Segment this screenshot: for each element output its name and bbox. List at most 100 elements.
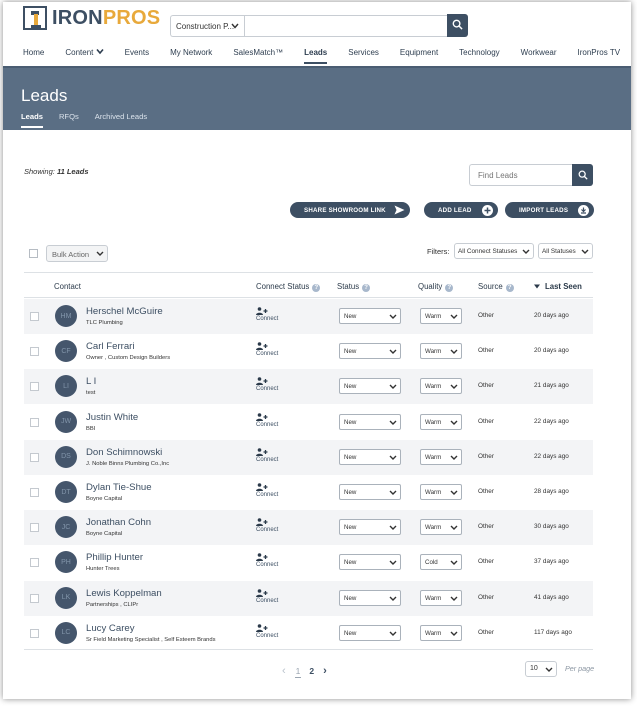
row-checkbox[interactable]	[30, 628, 39, 638]
nav-workwear[interactable]: Workwear	[521, 46, 557, 66]
status-select[interactable]: New	[339, 413, 401, 430]
status-select[interactable]: New	[339, 554, 401, 571]
row-checkbox[interactable]	[30, 593, 39, 603]
next-page-icon[interactable]: ›	[323, 665, 327, 677]
contact-name[interactable]: Jonathan Cohn	[86, 517, 151, 528]
col-last-seen[interactable]: Last Seen	[534, 282, 582, 291]
col-contact[interactable]: Contact	[54, 282, 81, 291]
connect-status-filter[interactable]: All Connect Statuses	[454, 243, 534, 259]
select-all-checkbox[interactable]	[29, 249, 38, 258]
nav-services[interactable]: Services	[348, 46, 379, 66]
nav-leads[interactable]: Leads	[304, 46, 328, 66]
help-icon[interactable]: ?	[362, 284, 371, 292]
tab-archived-leads[interactable]: Archived Leads	[95, 112, 147, 125]
help-icon[interactable]: ?	[505, 284, 514, 292]
quality-select[interactable]: Warm	[420, 484, 462, 500]
quality-select[interactable]: Warm	[420, 308, 462, 324]
share-showroom-link-button[interactable]: SHARE SHOWROOM LINK	[290, 202, 410, 218]
connect-button[interactable]: Connect	[256, 377, 278, 392]
connect-button[interactable]: Connect	[256, 342, 278, 357]
nav-technology[interactable]: Technology	[459, 46, 499, 66]
connect-button[interactable]: Connect	[256, 307, 278, 322]
status-select[interactable]: New	[339, 343, 401, 360]
help-icon[interactable]: ?	[445, 284, 454, 292]
avatar[interactable]: LC	[55, 621, 77, 644]
page-2[interactable]: 2	[309, 666, 314, 676]
contact-name[interactable]: Justin White	[86, 412, 138, 423]
find-leads-button[interactable]	[572, 164, 593, 186]
avatar[interactable]: LK	[55, 586, 77, 609]
find-leads-input[interactable]	[469, 164, 575, 186]
quality-select[interactable]: Warm	[420, 413, 462, 430]
status-select[interactable]: New	[339, 624, 401, 641]
col-connect-status[interactable]: Connect Status?	[256, 282, 321, 292]
nav-my-network[interactable]: My Network	[170, 46, 212, 66]
avatar[interactable]: HM	[55, 305, 77, 327]
contact-name[interactable]: Lewis Koppelman	[86, 588, 162, 599]
quality-select[interactable]: Warm	[420, 378, 462, 395]
status-select[interactable]: New	[339, 448, 401, 465]
row-checkbox[interactable]	[30, 312, 39, 321]
avatar[interactable]: JC	[55, 516, 77, 539]
contact-name[interactable]: L I	[86, 376, 96, 387]
connect-button[interactable]: Connect	[256, 518, 278, 533]
nav-salesmatch[interactable]: SalesMatch™	[233, 46, 283, 66]
tab-rfqs[interactable]: RFQs	[59, 112, 79, 125]
search-button[interactable]	[447, 14, 468, 37]
status-select[interactable]: New	[339, 519, 401, 536]
row-checkbox[interactable]	[30, 452, 39, 462]
avatar[interactable]: PH	[55, 551, 77, 574]
tab-leads[interactable]: Leads	[21, 112, 43, 128]
row-checkbox[interactable]	[30, 488, 39, 497]
per-page-select[interactable]: 10	[525, 661, 557, 677]
contact-name[interactable]: Herschel McGuire	[86, 306, 163, 317]
status-filter[interactable]: All Statuses	[538, 243, 593, 259]
contact-name[interactable]: Dylan Tie-Shue	[86, 482, 152, 493]
status-select[interactable]: New	[339, 484, 401, 500]
contact-name[interactable]: Lucy Carey	[86, 623, 135, 634]
ironpros-logo[interactable]: IRONPROS	[23, 6, 160, 30]
search-input[interactable]	[244, 15, 447, 37]
nav-events[interactable]: Events	[125, 46, 149, 66]
avatar[interactable]: DS	[55, 445, 77, 468]
help-icon[interactable]: ?	[312, 284, 321, 292]
quality-select[interactable]: Warm	[420, 519, 462, 536]
connect-button[interactable]: Connect	[256, 447, 278, 463]
avatar[interactable]: JW	[55, 410, 77, 433]
quality-select[interactable]: Cold	[420, 554, 462, 571]
connect-button[interactable]: Connect	[256, 483, 278, 498]
connect-button[interactable]: Connect	[256, 412, 278, 428]
avatar[interactable]: LI	[55, 375, 77, 398]
col-status[interactable]: Status?	[337, 282, 371, 292]
quality-select[interactable]: Warm	[420, 624, 462, 641]
import-leads-button[interactable]: IMPORT LEADS	[505, 202, 594, 218]
row-checkbox[interactable]	[30, 382, 39, 392]
col-source[interactable]: Source?	[478, 282, 514, 292]
nav-home[interactable]: Home	[23, 46, 44, 66]
page-1[interactable]: 1	[294, 666, 302, 678]
quality-select[interactable]: Warm	[420, 448, 462, 465]
quality-select[interactable]: Warm	[420, 589, 462, 606]
add-lead-button[interactable]: ADD LEAD	[424, 202, 498, 218]
row-checkbox[interactable]	[30, 523, 39, 533]
connect-button[interactable]: Connect	[256, 588, 278, 604]
nav-ironpros-tv[interactable]: IronPros TV	[578, 46, 621, 66]
avatar[interactable]: DT	[55, 481, 77, 503]
status-select[interactable]: New	[339, 589, 401, 606]
status-select[interactable]: New	[339, 308, 401, 324]
contact-name[interactable]: Don Schimnowski	[86, 447, 162, 458]
bulk-action-select[interactable]: Bulk Action	[46, 245, 108, 262]
row-checkbox[interactable]	[30, 417, 39, 427]
quality-select[interactable]: Warm	[420, 343, 462, 360]
connect-button[interactable]: Connect	[256, 553, 278, 568]
row-checkbox[interactable]	[30, 558, 39, 568]
search-category-select[interactable]: Construction P...	[170, 15, 244, 37]
nav-content[interactable]: Content	[65, 46, 104, 66]
row-checkbox[interactable]	[30, 347, 39, 357]
col-quality[interactable]: Quality?	[418, 282, 454, 292]
status-select[interactable]: New	[339, 378, 401, 395]
contact-name[interactable]: Carl Ferrari	[86, 341, 135, 352]
prev-page-icon[interactable]: ‹	[282, 665, 286, 677]
nav-equipment[interactable]: Equipment	[400, 46, 438, 66]
avatar[interactable]: CF	[55, 340, 77, 363]
